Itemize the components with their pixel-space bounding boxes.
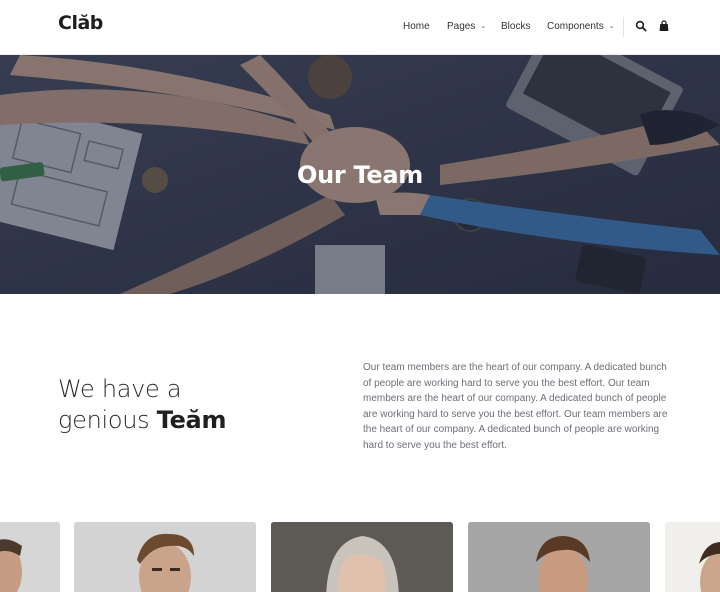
team-member-photo <box>74 522 256 592</box>
nav-divider <box>623 17 624 37</box>
nav-item-pages[interactable]: Pages ⌄ <box>447 21 486 32</box>
team-heading: We have a genious Teăm <box>58 374 226 436</box>
nav-item-home[interactable]: Home <box>403 21 430 32</box>
hero-title: Our Team <box>297 161 423 189</box>
team-member-card[interactable] <box>665 522 720 592</box>
team-member-card[interactable] <box>0 522 60 592</box>
nav-item-blocks[interactable]: Blocks <box>501 21 530 32</box>
heading-line-2-plain: genious <box>58 406 157 434</box>
team-member-card[interactable] <box>74 522 256 592</box>
team-member-photo <box>0 522 60 592</box>
team-description: Our team members are the heart of our co… <box>363 362 668 451</box>
nav-label: Pages <box>447 21 476 32</box>
team-member-card[interactable] <box>271 522 453 592</box>
team-member-photo <box>468 522 650 592</box>
hero-banner: Our Team <box>0 55 720 294</box>
nav-item-components[interactable]: Components ⌄ <box>547 21 615 32</box>
main-nav: Home Pages ⌄ Blocks Components ⌄ <box>0 0 720 55</box>
team-member-card[interactable] <box>468 522 650 592</box>
heading-line-2-bold: Teăm <box>156 406 227 434</box>
chevron-down-icon: ⌄ <box>480 23 487 30</box>
shopping-bag-icon[interactable] <box>658 20 670 32</box>
team-member-photo <box>665 522 720 592</box>
team-member-photo <box>271 522 453 592</box>
chevron-down-icon: ⌄ <box>608 23 615 30</box>
site-header: Clăb Home Pages ⌄ Blocks Components ⌄ <box>0 0 720 55</box>
nav-label: Blocks <box>501 21 531 32</box>
nav-label: Home <box>403 21 430 32</box>
nav-label: Components <box>547 21 604 32</box>
search-icon[interactable] <box>635 20 647 32</box>
heading-line-1: We have a <box>58 375 182 403</box>
